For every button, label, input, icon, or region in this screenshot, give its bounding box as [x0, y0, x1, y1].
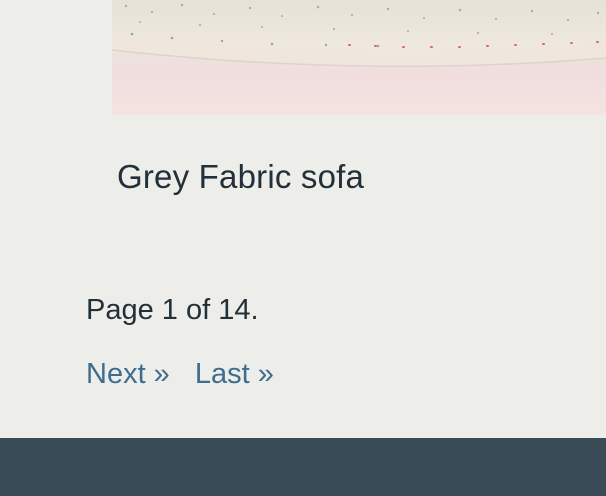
last-page-link[interactable]: Last »: [195, 358, 274, 391]
next-page-link[interactable]: Next »: [86, 358, 170, 391]
product-image[interactable]: [112, 0, 606, 115]
pagination-nav: Next » Last »: [86, 358, 274, 391]
sofa-fabric-detail: [112, 0, 606, 68]
product-title[interactable]: Grey Fabric sofa: [117, 158, 364, 196]
page-info: Page 1 of 14.: [86, 294, 259, 326]
site-footer: [0, 438, 606, 496]
